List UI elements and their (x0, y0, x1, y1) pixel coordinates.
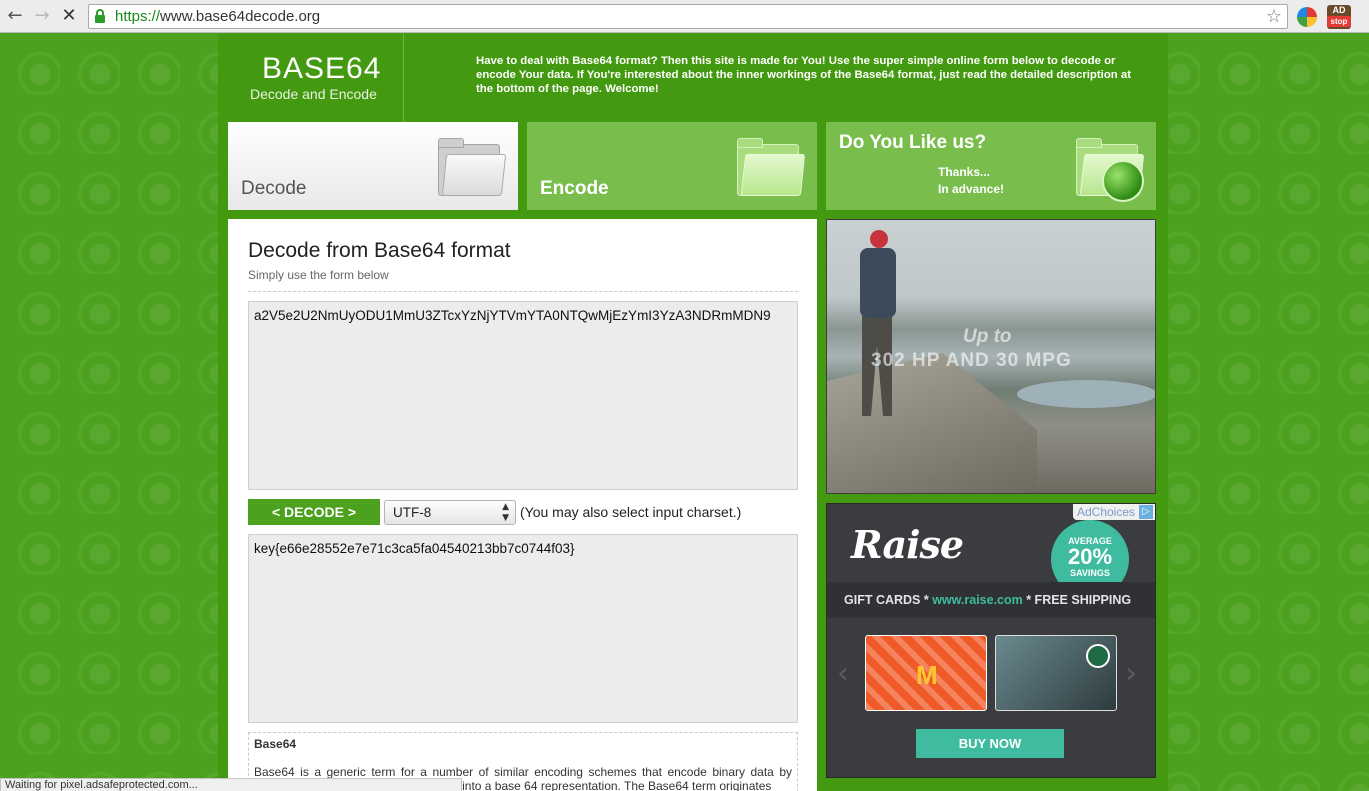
adstop-extension-icon[interactable]: AD stop (1327, 5, 1351, 29)
charset-hint: (You may also select input charset.) (520, 504, 742, 520)
carousel-next-icon[interactable]: › (1125, 656, 1137, 691)
base64-input[interactable]: a2V5e2U2NmUyODU1MmU3ZTcxYzNjYTVmYTA0NTQw… (248, 301, 798, 490)
url-text[interactable]: https://www.base64decode.org (115, 8, 320, 25)
ad-lake (1017, 380, 1155, 408)
tab-encode-label: Encode (540, 178, 609, 199)
raise-logo: Raise (851, 522, 964, 567)
ad-text-line2: 302 HP AND 30 MPG (871, 350, 1072, 371)
extension-icon[interactable] (1297, 7, 1317, 27)
charset-select[interactable]: UTF-8 ▲ ▼ (384, 500, 516, 525)
raise-advertisement[interactable]: AdChoices ▷ Raise AVERAGE 20% SAVINGS GIF… (826, 503, 1156, 778)
ad-hiker-image (852, 230, 902, 440)
globe-icon (1102, 160, 1144, 202)
like-us-title: Do You Like us? (839, 132, 987, 153)
browser-toolbar: ← → ✕ https://www.base64decode.org ☆ AD s… (0, 0, 1369, 33)
gift-card-mcdonalds[interactable]: M (865, 635, 987, 711)
address-bar[interactable]: https://www.base64decode.org ☆ (88, 4, 1288, 29)
divider (248, 291, 798, 292)
decode-button[interactable]: < DECODE > (248, 499, 380, 525)
decode-panel: Decode from Base64 format Simply use the… (228, 219, 817, 791)
stop-loading-icon[interactable]: ✕ (58, 5, 80, 27)
adchoices-icon: ▷ (1139, 505, 1153, 519)
logo-title: BASE64 (262, 52, 382, 85)
tab-decode-label: Decode (241, 178, 307, 199)
bookmark-star-icon[interactable]: ☆ (1266, 6, 1282, 27)
forward-icon[interactable]: → (31, 5, 53, 27)
decoded-output[interactable]: key{e66e28552e7e71c3ca5fa04540213bb7c074… (248, 534, 798, 723)
ad-tagline: GIFT CARDS * www.raise.com * FREE SHIPPI… (827, 582, 1155, 618)
buy-now-button[interactable]: BUY NOW (916, 729, 1064, 758)
back-icon[interactable]: ← (4, 5, 26, 27)
adchoices-link[interactable]: AdChoices ▷ (1072, 504, 1155, 520)
page-subtitle: Simply use the form below (248, 268, 389, 282)
folder-icon (737, 136, 806, 196)
gift-card-starbucks[interactable] (995, 635, 1117, 711)
tab-decode[interactable]: Decode (228, 122, 518, 210)
page-title: Decode from Base64 format (248, 239, 511, 262)
folder-icon (438, 136, 507, 196)
car-advertisement[interactable]: Up to 302 HP AND 30 MPG (826, 219, 1156, 494)
tab-encode[interactable]: Encode (527, 122, 817, 210)
description-title: Base64 (254, 737, 297, 751)
intro-text: Have to deal with Base64 format? Then th… (476, 55, 1132, 95)
ad-text-line1: Up to (963, 326, 1012, 347)
browser-status-bar: Waiting for pixel.adsafeprotected.com... (0, 778, 462, 791)
starbucks-logo-icon (1086, 644, 1110, 668)
carousel-prev-icon[interactable]: ‹ (837, 656, 849, 691)
site-logo[interactable]: BASE64 Decode and Encode (228, 34, 404, 122)
logo-subtitle: Decode and Encode (250, 86, 377, 102)
select-arrows-icon: ▲ ▼ (502, 502, 509, 523)
lock-icon (95, 9, 105, 23)
like-us-subtitle: Thanks... In advance! (938, 165, 1005, 196)
